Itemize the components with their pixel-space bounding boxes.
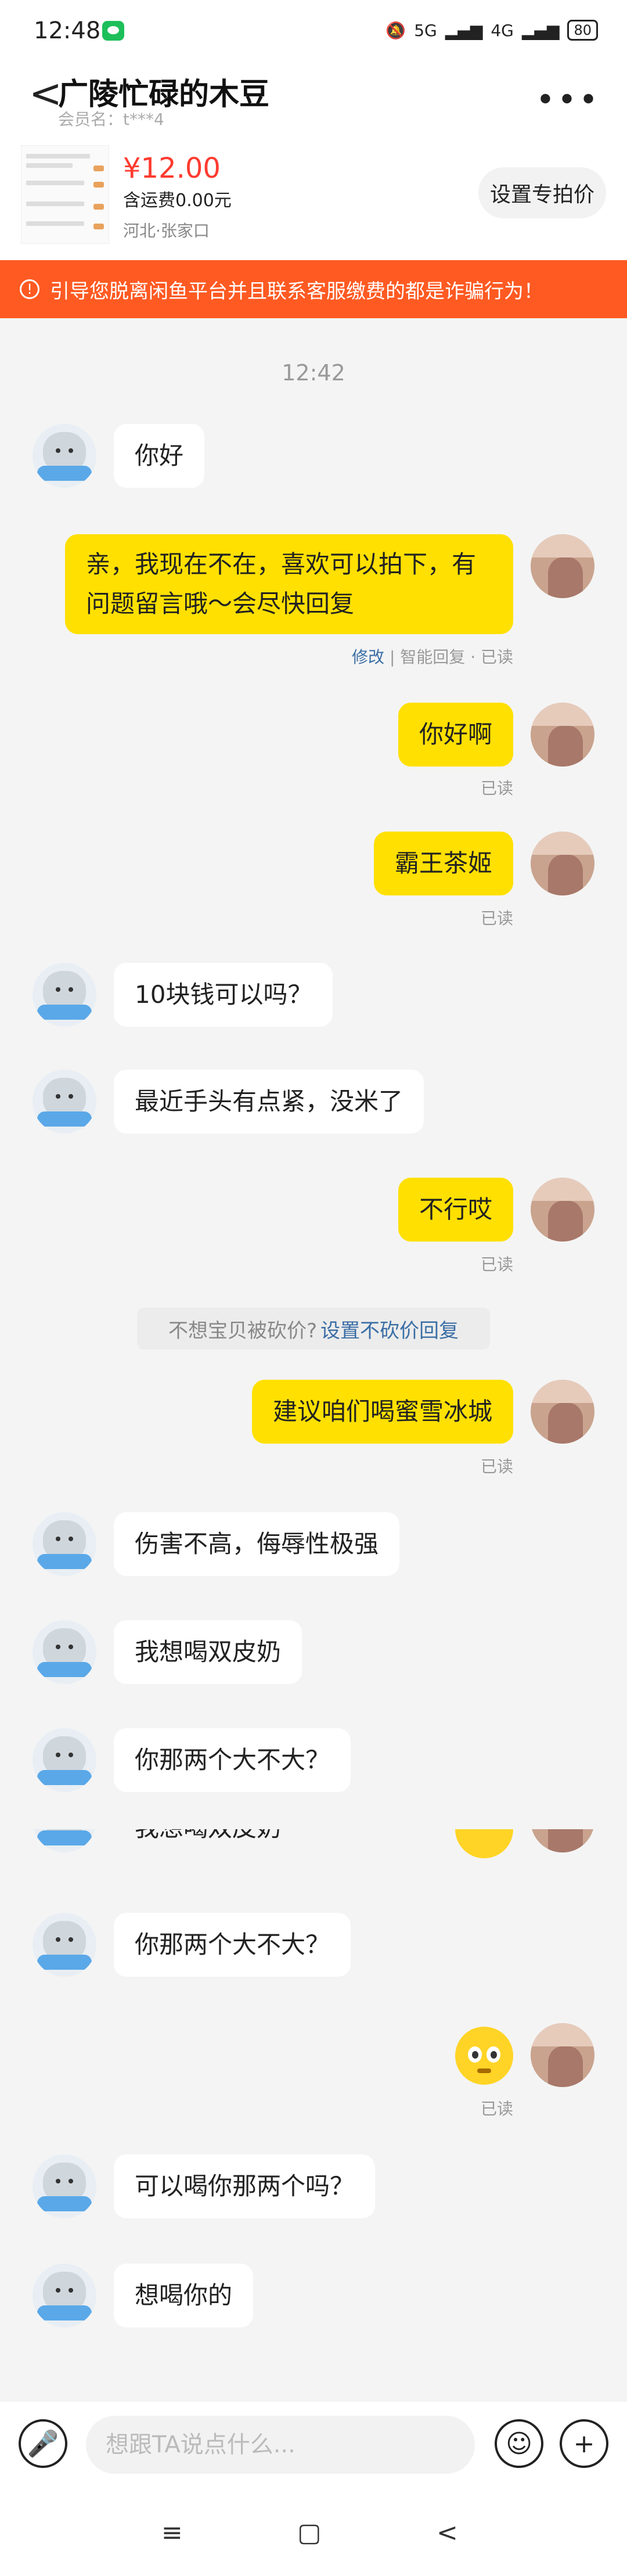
user-avatar[interactable] (531, 534, 594, 598)
seller-avatar[interactable] (33, 1070, 96, 1134)
user-avatar[interactable] (531, 703, 594, 767)
seller-avatar[interactable] (33, 1728, 96, 1792)
seller-avatar[interactable] (33, 2154, 96, 2218)
user-avatar[interactable] (531, 1380, 594, 1444)
message-bubble-right[interactable]: 你好啊 (398, 703, 513, 767)
emoji-partial (455, 1829, 513, 1858)
product-location: 河北·张家口 (123, 221, 210, 240)
seller-avatar[interactable] (33, 424, 96, 488)
user-avatar[interactable] (531, 832, 594, 895)
user-avatar (531, 1829, 594, 1852)
plus-icon[interactable]: + (560, 2419, 608, 2468)
message-input[interactable] (86, 2416, 475, 2474)
voice-input-icon[interactable]: 🎤 (19, 2419, 67, 2468)
read-status: 已读 (480, 1255, 513, 1274)
message-bubble-left[interactable]: 我想喝双皮奶 (114, 1620, 302, 1684)
more-options-button[interactable]: ••• (536, 81, 600, 119)
seller-avatar[interactable] (33, 2264, 96, 2327)
seller-avatar (33, 1829, 96, 1852)
chat-header: < 广陵忙碌的木豆 会员名：t***4 ••• (0, 64, 627, 139)
product-card[interactable]: ¥12.00 含运费0.00元 河北·张家口 设置专拍价 (0, 139, 627, 260)
chat-timestamp: 12:42 (282, 360, 345, 386)
seller-avatar[interactable] (33, 1512, 96, 1576)
message-bubble-right[interactable]: 霸王茶姬 (373, 832, 513, 895)
network-5g: 5G (414, 20, 437, 40)
status-time: 12:48 (34, 17, 101, 44)
network-4g: 4G (491, 20, 514, 40)
message-bubble-left[interactable]: 你好 (114, 424, 205, 488)
seller-avatar[interactable] (33, 1913, 96, 1977)
product-price: ¥12.00 (123, 152, 221, 185)
signal-icon: ▂▄▆ (445, 20, 483, 40)
edit-reply-link[interactable]: 修改 (352, 647, 384, 667)
fraud-warning-banner: ! 引导您脱离闲鱼平台并且联系客服缴费的都是诈骗行为！ (0, 260, 627, 318)
message-bubble-left[interactable]: 可以喝你那两个吗？ (114, 2154, 376, 2218)
nav-back-icon[interactable]: < (437, 2518, 458, 2548)
wechat-notification-icon (102, 21, 124, 41)
read-status: 已读 (480, 1457, 513, 1476)
warning-text: 引导您脱离闲鱼平台并且联系客服缴费的都是诈骗行为！ (50, 279, 543, 303)
user-avatar[interactable] (531, 1178, 594, 1242)
read-status: 已读 (480, 2099, 513, 2118)
home-icon[interactable]: ▢ (297, 2518, 322, 2548)
back-button[interactable]: < (29, 74, 62, 114)
render-glitch-strip: 我想喝双皮奶 (0, 1829, 627, 1870)
smiley-emoji-icon[interactable] (455, 2027, 513, 2085)
message-bubble-left[interactable]: 你那两个大不大？ (114, 1913, 351, 1977)
message-bubble-left[interactable]: 想喝你的 (114, 2264, 254, 2327)
mute-icon: 🔕 (385, 20, 406, 40)
status-indicators: 🔕 5G ▂▄▆ 4G ▂▄▆ 80 (385, 20, 598, 41)
product-thumbnail[interactable] (21, 145, 109, 244)
message-bubble-left[interactable]: 你那两个大不大？ (114, 1728, 351, 1792)
system-nav-bar: ≡ ▢ < (0, 2489, 627, 2576)
message-bubble-right[interactable]: 建议咱们喝蜜雪冰城 (251, 1380, 513, 1444)
seller-avatar[interactable] (33, 1620, 96, 1684)
warning-icon: ! (20, 279, 39, 299)
read-status: 已读 (480, 909, 513, 928)
message-status: 修改 | 智能回复 · 已读 (352, 647, 513, 667)
shipping-fee: 含运费0.00元 (123, 190, 232, 211)
emoji-picker-icon[interactable]: ☺ (495, 2419, 543, 2468)
status-bar: 12:48 🔕 5G ▂▄▆ 4G ▂▄▆ 80 (0, 0, 627, 64)
signal-icon-2: ▂▄▆ (521, 20, 560, 40)
user-avatar[interactable] (531, 2023, 594, 2087)
message-bubble-right[interactable]: 不行哎 (398, 1178, 513, 1242)
member-name: 会员名：t***4 (58, 110, 164, 129)
battery-icon: 80 (567, 20, 598, 41)
set-no-bargain-reply-link[interactable]: 设置不砍价回复 (320, 1315, 459, 1343)
set-special-price-button[interactable]: 设置专拍价 (478, 167, 606, 218)
no-bargain-hint: 不想宝贝被砍价? 设置不砍价回复 (137, 1308, 490, 1350)
seller-avatar[interactable] (33, 963, 96, 1027)
message-bubble-left[interactable]: 10块钱可以吗？ (114, 963, 333, 1027)
message-input-bar: 🎤 ☺ + (0, 2402, 627, 2489)
menu-icon[interactable]: ≡ (161, 2518, 183, 2548)
message-bubble-left[interactable]: 伤害不高，侮辱性极强 (114, 1512, 400, 1576)
message-bubble-left[interactable]: 最近手头有点紧，没米了 (114, 1070, 424, 1134)
message-bubble-right[interactable]: 亲，我现在不在，喜欢可以拍下，有问题留言哦～会尽快回复 (65, 534, 513, 634)
read-status: 已读 (480, 779, 513, 798)
glitch-message-text: 我想喝双皮奶 (135, 1829, 281, 1844)
